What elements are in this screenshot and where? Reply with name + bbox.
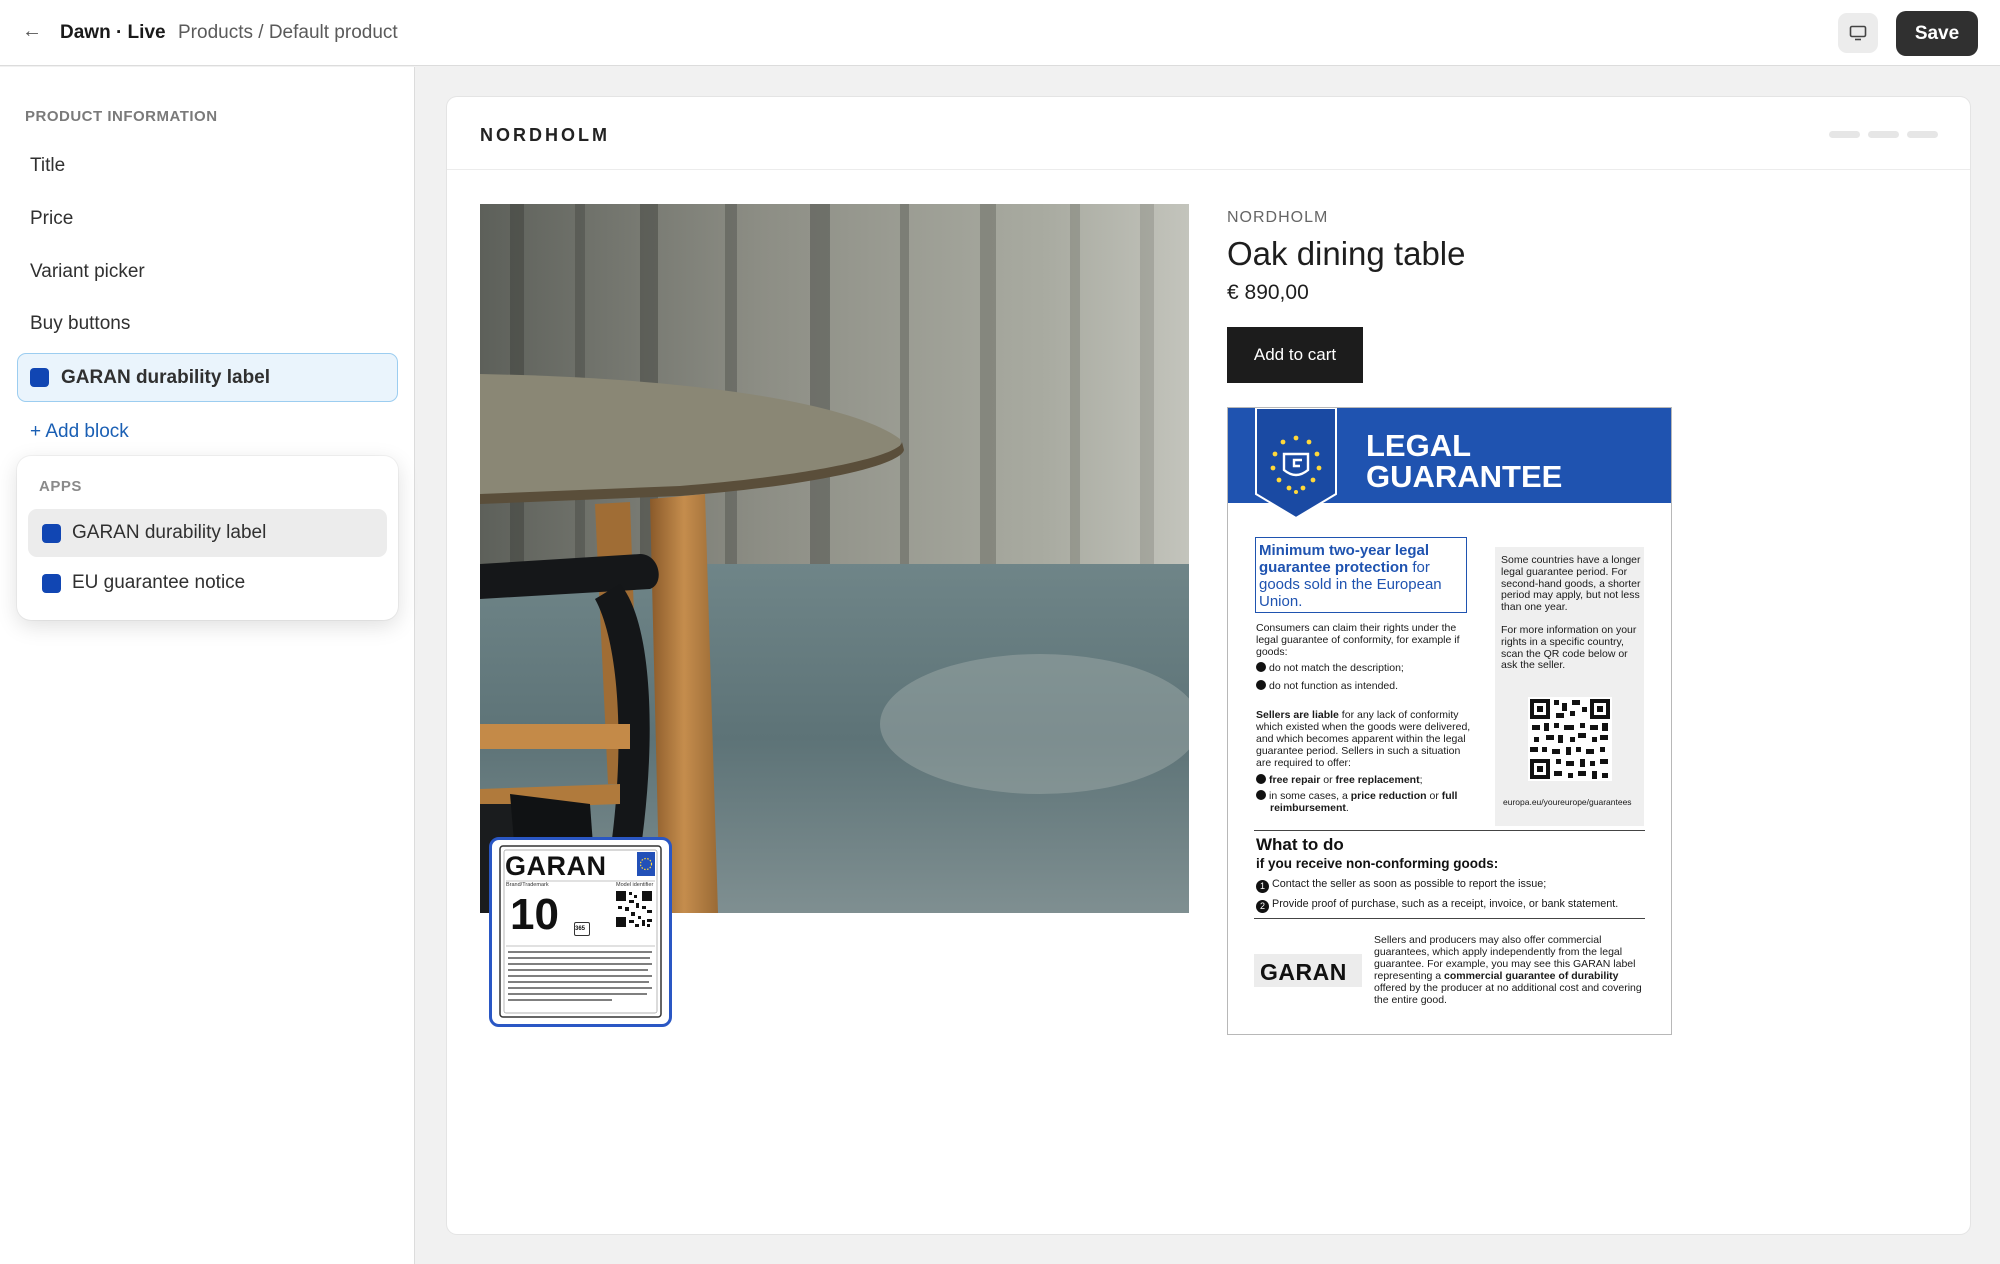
app-blocks-popover: APPS GARAN durability label EU guarantee… bbox=[17, 456, 398, 620]
offer-text: or bbox=[1426, 790, 1442, 802]
legal-info-panel: Some countries have a longer legal guara… bbox=[1495, 547, 1644, 826]
sidebar: PRODUCT INFORMATION Title Price Variant … bbox=[0, 67, 415, 1264]
storefront-preview: NORDHOLM GARAN Brand/Trademark Model ide… bbox=[447, 97, 1970, 1234]
sellers-bold: Sellers are liable bbox=[1256, 709, 1339, 721]
sellers-text: Sellers are liable for any lack of confo… bbox=[1256, 709, 1471, 769]
legal-title: LEGAL GUARANTEE bbox=[1366, 430, 1562, 492]
section-title: PRODUCT INFORMATION bbox=[25, 108, 218, 125]
popover-item-label: GARAN durability label bbox=[72, 522, 267, 543]
info-text: For more information on your rights in a… bbox=[1501, 624, 1637, 672]
check-text: do not match the description; bbox=[1269, 662, 1404, 674]
garan-durability-badge[interactable]: GARAN Brand/Trademark Model identifier 1… bbox=[489, 837, 672, 1027]
header-placeholder bbox=[1868, 131, 1899, 138]
guarantee-days: 365 bbox=[575, 926, 586, 932]
sidebar-item-price[interactable]: Price bbox=[30, 208, 73, 230]
offer-text: ; bbox=[1419, 774, 1423, 786]
popover-title: APPS bbox=[39, 478, 82, 495]
offer-bold: free replacement bbox=[1335, 774, 1420, 786]
app-block-icon bbox=[30, 368, 49, 387]
check-text: do not function as intended. bbox=[1269, 680, 1399, 692]
step-text: Provide proof of purchase, such as a rec… bbox=[1272, 898, 1619, 910]
offer-text: in some cases, a bbox=[1269, 790, 1351, 802]
offer-item: in some cases, a price reduction or full… bbox=[1256, 790, 1471, 814]
step-number-icon: 2 bbox=[1256, 900, 1269, 913]
header-placeholder bbox=[1829, 131, 1860, 138]
eu-legal-guarantee-notice: LEGAL GUARANTEE Minimum two-year legal g… bbox=[1227, 407, 1672, 1035]
sidebar-item-buy-buttons[interactable]: Buy buttons bbox=[30, 313, 130, 335]
add-block-link[interactable]: + Add block bbox=[30, 421, 129, 443]
app-block-icon bbox=[42, 574, 61, 593]
top-bar: ← Dawn · Live Products / Default product… bbox=[0, 0, 2000, 66]
check-item: do not function as intended. bbox=[1256, 680, 1471, 692]
model-label: Model identifier bbox=[616, 882, 654, 888]
consumers-text: Consumers can claim their rights under t… bbox=[1256, 622, 1460, 658]
product-image bbox=[480, 204, 1189, 913]
divider bbox=[1254, 830, 1645, 831]
check-icon bbox=[1256, 662, 1266, 672]
offer-text: . bbox=[1345, 802, 1349, 814]
check-icon bbox=[1256, 680, 1266, 690]
store-logo[interactable]: NORDHOLM bbox=[480, 125, 610, 146]
check-icon bbox=[1256, 790, 1266, 800]
save-button[interactable]: Save bbox=[1896, 11, 1978, 56]
divider bbox=[1254, 918, 1645, 919]
sidebar-item-label: GARAN durability label bbox=[61, 367, 271, 388]
header-placeholder bbox=[1907, 131, 1938, 138]
device-preview-button[interactable] bbox=[1838, 13, 1878, 53]
store-header: NORDHOLM bbox=[447, 97, 1970, 170]
sidebar-item-garan-label[interactable]: GARAN durability label bbox=[17, 353, 398, 402]
guarantee-url[interactable]: europa.eu/youreurope/guarantees bbox=[1503, 797, 1643, 809]
add-to-cart-button[interactable]: Add to cart bbox=[1227, 327, 1363, 383]
app-block-icon bbox=[42, 524, 61, 543]
garan-logo-text: GARAN bbox=[505, 851, 607, 881]
check-item: do not match the description; bbox=[1256, 662, 1471, 674]
eu-shield-icon bbox=[1255, 408, 1337, 520]
what-to-do-subheading: if you receive non-conforming goods: bbox=[1256, 856, 1499, 871]
legal-title-line: LEGAL bbox=[1366, 428, 1472, 463]
sidebar-item-variant-picker[interactable]: Variant picker bbox=[30, 261, 145, 283]
garan-logo: GARAN bbox=[1254, 954, 1362, 987]
product-vendor: NORDHOLM bbox=[1227, 209, 1329, 226]
qr-code-icon[interactable] bbox=[1528, 697, 1612, 781]
breadcrumb[interactable]: Products / Default product bbox=[178, 22, 398, 44]
garan-logo-text: GARAN bbox=[1260, 959, 1347, 985]
offer-bold: free repair bbox=[1269, 774, 1321, 786]
desktop-icon bbox=[1849, 25, 1867, 41]
back-arrow-icon[interactable]: ← bbox=[22, 20, 42, 43]
bottom-bold: commercial guarantee of durability bbox=[1444, 970, 1619, 982]
sidebar-item-title[interactable]: Title bbox=[30, 155, 65, 177]
offer-text: or bbox=[1320, 774, 1336, 786]
popover-item-garan[interactable]: GARAN durability label bbox=[28, 509, 387, 557]
info-text: Some countries have a longer legal guara… bbox=[1501, 554, 1641, 614]
offer-item: free repair or free replacement; bbox=[1256, 774, 1471, 786]
headline-bold: Minimum two-year legal guarantee protect… bbox=[1259, 542, 1430, 576]
legal-headline: Minimum two-year legal guarantee protect… bbox=[1255, 537, 1467, 613]
bottom-text: offered by the producer at no additional… bbox=[1374, 982, 1642, 1006]
check-icon bbox=[1256, 774, 1266, 784]
step-text: Contact the seller as soon as possible t… bbox=[1272, 878, 1547, 890]
popover-item-label: EU guarantee notice bbox=[72, 572, 246, 593]
product-price: € 890,00 bbox=[1227, 281, 1309, 304]
guarantee-years: 10 bbox=[510, 890, 559, 939]
step-item: 2 Provide proof of purchase, such as a re… bbox=[1256, 898, 1618, 913]
offer-bold: price reduction bbox=[1350, 790, 1427, 802]
store-name: Dawn · Live bbox=[60, 22, 166, 43]
what-to-do-heading: What to do bbox=[1256, 835, 1344, 854]
legal-title-line: GUARANTEE bbox=[1366, 459, 1563, 494]
step-item: 1 Contact the seller as soon as possible … bbox=[1256, 878, 1546, 893]
brand-label: Brand/Trademark bbox=[506, 882, 549, 888]
step-number-icon: 1 bbox=[1256, 880, 1269, 893]
product-title: Oak dining table bbox=[1227, 235, 1466, 272]
popover-item-eu-notice[interactable]: EU guarantee notice bbox=[28, 559, 387, 607]
commercial-guarantee-text: Sellers and producers may also offer com… bbox=[1374, 934, 1649, 1006]
